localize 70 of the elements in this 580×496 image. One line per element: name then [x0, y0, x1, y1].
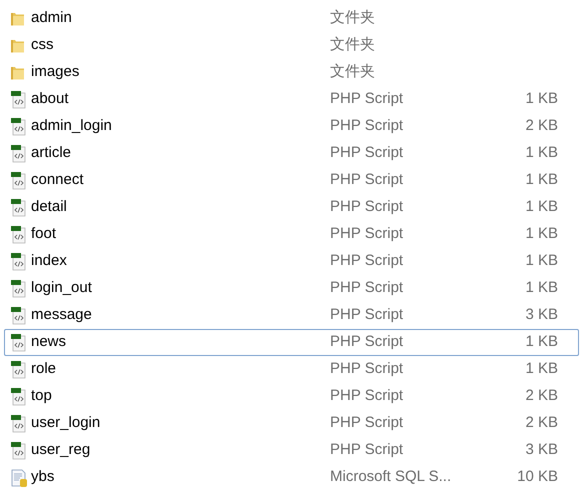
file-size: 1 KB — [524, 170, 558, 190]
file-row[interactable]: index PHP Script 1 KB — [4, 248, 579, 275]
file-row[interactable]: message PHP Script 3 KB — [4, 302, 579, 329]
file-type: PHP Script — [330, 116, 404, 136]
file-type: PHP Script — [330, 305, 404, 326]
file-size: 1 KB — [524, 359, 558, 380]
file-type: PHP Script — [330, 332, 404, 352]
file-name: index — [31, 251, 68, 272]
file-row[interactable]: about PHP Script 1 KB — [4, 86, 579, 113]
file-size: 1 KB — [524, 332, 558, 352]
file-size: 1 KB — [524, 251, 558, 272]
file-row[interactable]: user_login PHP Script 2 KB — [4, 410, 579, 437]
file-row[interactable]: user_reg PHP Script 3 KB — [4, 437, 579, 464]
file-name: top — [31, 386, 53, 406]
file-type: 文件夹 — [330, 8, 376, 28]
file-size: 1 KB — [524, 197, 558, 218]
file-row[interactable]: role PHP Script 1 KB — [4, 356, 579, 383]
file-size: 3 KB — [524, 305, 558, 326]
file-type: PHP Script — [330, 251, 404, 272]
database-file-icon — [9, 468, 29, 488]
file-row[interactable]: admin_login PHP Script 2 KB — [4, 113, 579, 140]
file-size: 1 KB — [524, 224, 558, 244]
file-row[interactable]: login_out PHP Script 1 KB — [4, 275, 579, 302]
file-name: connect — [31, 170, 85, 190]
file-size: 10 KB — [516, 467, 558, 488]
file-type: PHP Script — [330, 278, 404, 298]
file-size: 1 KB — [524, 143, 558, 164]
file-name: role — [31, 359, 58, 380]
file-name: admin_login — [31, 116, 113, 136]
file-type: 文件夹 — [330, 35, 376, 56]
file-row[interactable]: foot PHP Script 1 KB — [4, 221, 579, 248]
file-size: 2 KB — [524, 413, 558, 434]
file-type: PHP Script — [330, 143, 404, 164]
file-type: PHP Script — [330, 170, 404, 190]
file-type: PHP Script — [330, 386, 404, 406]
file-row[interactable]: images 文件夹 — [4, 59, 579, 86]
file-name: login_out — [31, 278, 93, 298]
file-type: PHP Script — [330, 89, 404, 110]
file-size: 3 KB — [524, 440, 558, 460]
file-name: article — [31, 143, 72, 164]
file-type: PHP Script — [330, 197, 404, 218]
file-type: PHP Script — [330, 440, 404, 460]
file-row[interactable]: css 文件夹 — [4, 32, 579, 59]
file-row[interactable]: connect PHP Script 1 KB — [4, 167, 579, 194]
file-name: detail — [31, 197, 68, 218]
file-row[interactable]: article PHP Script 1 KB — [4, 140, 579, 167]
file-name: foot — [31, 224, 58, 244]
file-size: 1 KB — [524, 278, 558, 298]
file-type: PHP Script — [330, 413, 404, 434]
file-row[interactable]: ybs Microsoft SQL S... 10 KB — [4, 464, 579, 491]
file-row[interactable]: admin 文件夹 — [4, 5, 579, 32]
file-type: 文件夹 — [330, 62, 376, 82]
file-name: user_reg — [31, 440, 92, 460]
file-row[interactable]: top PHP Script 2 KB — [4, 383, 579, 410]
file-type: Microsoft SQL S... — [330, 467, 452, 488]
file-size: 2 KB — [524, 116, 558, 136]
file-size: 1 KB — [524, 89, 558, 110]
file-name: about — [31, 89, 70, 110]
file-size: 2 KB — [524, 386, 558, 406]
file-name: admin — [31, 8, 73, 28]
file-name: css — [31, 35, 54, 56]
file-name: user_login — [31, 413, 102, 434]
file-row[interactable]: news PHP Script 1 KB — [4, 329, 579, 356]
file-row[interactable]: detail PHP Script 1 KB — [4, 194, 579, 221]
file-name: news — [31, 332, 68, 352]
file-name: ybs — [31, 467, 56, 488]
file-type: PHP Script — [330, 224, 404, 244]
file-type: PHP Script — [330, 359, 404, 380]
file-name: images — [31, 62, 80, 82]
file-name: message — [31, 305, 93, 326]
